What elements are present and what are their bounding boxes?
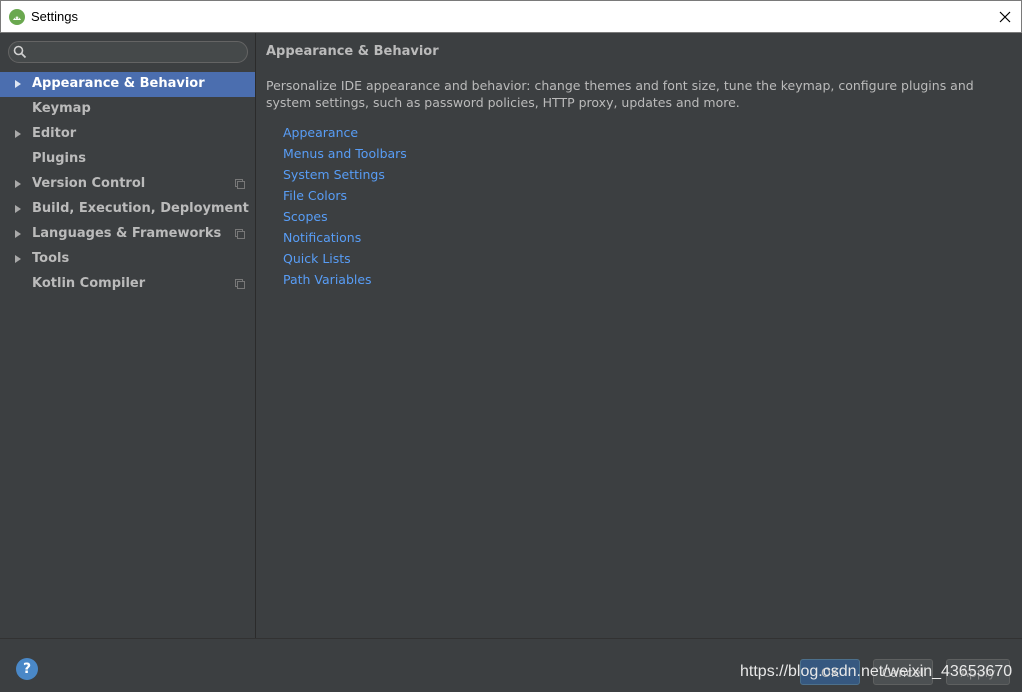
dialog-footer: ? OK Cancel Apply https://blog.csdn.net/… [0, 638, 1022, 692]
sidebar-item-label: Tools [32, 251, 70, 266]
expand-arrow-icon[interactable] [15, 80, 21, 88]
expand-arrow-icon[interactable] [15, 180, 21, 188]
project-level-icon [235, 229, 245, 239]
expand-arrow-icon[interactable] [15, 130, 21, 138]
apply-button[interactable]: Apply [946, 659, 1010, 685]
android-studio-icon [9, 8, 25, 25]
settings-nav: Appearance & Behavior Keymap Editor Plug… [0, 72, 255, 297]
sidebar-item-kotlin-compiler[interactable]: Kotlin Compiler [0, 272, 255, 297]
sidebar-item-languages-frameworks[interactable]: Languages & Frameworks [0, 222, 255, 247]
sidebar-item-label: Keymap [32, 101, 91, 116]
sidebar-item-version-control[interactable]: Version Control [0, 172, 255, 197]
expand-arrow-icon[interactable] [15, 205, 21, 213]
settings-sidebar: Appearance & Behavior Keymap Editor Plug… [0, 33, 255, 638]
page-title: Appearance & Behavior [266, 44, 439, 59]
sidebar-item-editor[interactable]: Editor [0, 122, 255, 147]
expand-arrow-icon[interactable] [15, 230, 21, 238]
subsection-links: Appearance Menus and Toolbars System Set… [283, 122, 407, 290]
sidebar-item-build-execution-deployment[interactable]: Build, Execution, Deployment [0, 197, 255, 222]
project-level-icon [235, 279, 245, 289]
title-bar: Settings [0, 0, 1022, 33]
link-file-colors[interactable]: File Colors [283, 185, 407, 206]
project-level-icon [235, 179, 245, 189]
sidebar-item-label: Build, Execution, Deployment [32, 201, 249, 216]
link-system-settings[interactable]: System Settings [283, 164, 407, 185]
link-quick-lists[interactable]: Quick Lists [283, 248, 407, 269]
search-box[interactable] [8, 41, 248, 63]
sidebar-item-appearance-behavior[interactable]: Appearance & Behavior [0, 72, 255, 97]
link-scopes[interactable]: Scopes [283, 206, 407, 227]
page-description: Personalize IDE appearance and behavior:… [266, 78, 974, 110]
sidebar-item-keymap[interactable]: Keymap [0, 97, 255, 122]
close-button[interactable] [995, 7, 1015, 27]
sidebar-item-label: Version Control [32, 176, 146, 191]
sidebar-item-label: Editor [32, 126, 77, 141]
close-icon [999, 11, 1011, 23]
sidebar-item-tools[interactable]: Tools [0, 247, 255, 272]
link-notifications[interactable]: Notifications [283, 227, 407, 248]
ok-button[interactable]: OK [800, 659, 860, 685]
sidebar-item-label: Appearance & Behavior [32, 76, 205, 91]
settings-content: Appearance & Behavior Personalize IDE ap… [256, 33, 1022, 638]
link-menus-and-toolbars[interactable]: Menus and Toolbars [283, 143, 407, 164]
sidebar-item-label: Languages & Frameworks [32, 226, 222, 241]
link-appearance[interactable]: Appearance [283, 122, 407, 143]
window-title: Settings [31, 9, 78, 24]
sidebar-item-label: Plugins [32, 151, 86, 166]
search-icon [13, 45, 27, 63]
help-button[interactable]: ? [16, 658, 38, 680]
cancel-button[interactable]: Cancel [873, 659, 933, 685]
sidebar-item-plugins[interactable]: Plugins [0, 147, 255, 172]
sidebar-item-label: Kotlin Compiler [32, 276, 146, 291]
link-path-variables[interactable]: Path Variables [283, 269, 407, 290]
expand-arrow-icon[interactable] [15, 255, 21, 263]
search-input[interactable] [33, 44, 238, 60]
